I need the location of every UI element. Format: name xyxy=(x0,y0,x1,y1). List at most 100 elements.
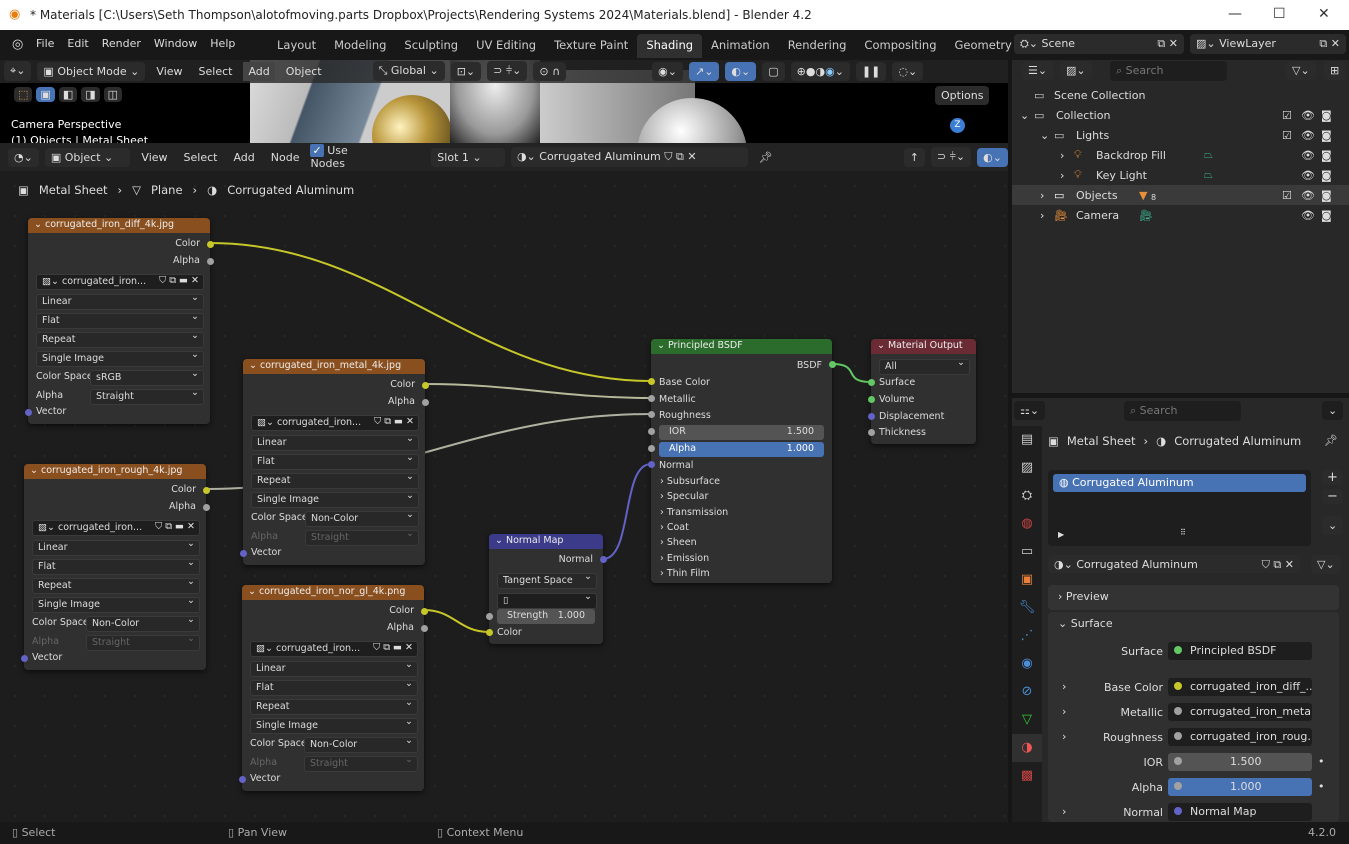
preview-panel[interactable]: › Preview xyxy=(1048,585,1339,610)
expand-chevron-icon[interactable]: › xyxy=(1062,680,1066,693)
xray-toggle-icon[interactable]: ▢ xyxy=(762,61,785,81)
proj-dropdown[interactable]: Flat xyxy=(251,452,419,470)
socket[interactable] xyxy=(648,395,655,402)
image-texture-node[interactable]: ⌄ corrugated_iron_rough_4k.jpg Color Alpha… xyxy=(21,464,210,670)
outliner-row-backdrop-fill[interactable]: › 💡︎ Backdrop Fill ⏢ 👁︎ ◙ xyxy=(1012,145,1349,165)
ext-dropdown[interactable]: Repeat xyxy=(36,330,204,348)
ext-dropdown[interactable]: Repeat xyxy=(251,471,419,489)
overlay-toggle-icon[interactable]: ◐⌄ xyxy=(725,61,757,81)
socket[interactable] xyxy=(21,655,28,662)
expand-icon[interactable]: ▶ xyxy=(1058,530,1064,539)
chevron-icon[interactable]: ⌄ xyxy=(1020,109,1029,122)
overlay-icon[interactable]: ◐⌄ xyxy=(977,147,1008,167)
expand-chevron-icon[interactable]: › xyxy=(1062,705,1066,718)
bsdf-panel-transmission[interactable]: › Transmission xyxy=(660,507,728,518)
chevron-icon[interactable]: › xyxy=(1060,169,1064,182)
target-dropdown[interactable]: All xyxy=(879,357,970,375)
material-slot-item[interactable]: ◍ Corrugated Aluminum xyxy=(1053,474,1306,492)
close-button[interactable]: ✕ xyxy=(1318,6,1330,22)
remove-slot-button[interactable]: − xyxy=(1322,489,1343,504)
material-selector[interactable]: ◑⌄ Corrugated Aluminum ⛉ ⧉ ✕ xyxy=(510,147,748,167)
menu-window[interactable]: Window xyxy=(154,37,197,50)
socket[interactable] xyxy=(648,378,655,385)
gizmo-toggle-icon[interactable]: ↗⌄ xyxy=(688,61,720,81)
new-collection-icon[interactable]: ⊞ xyxy=(1324,61,1346,80)
options-dropdown[interactable]: ⌄ xyxy=(1322,401,1344,420)
color-space-dropdown[interactable]: Non-Color xyxy=(304,735,418,753)
add-slot-button[interactable]: + xyxy=(1322,470,1343,485)
display-mode-dropdown[interactable]: ☰⌄ xyxy=(1022,61,1054,80)
blender-menu-icon[interactable]: ◎ xyxy=(12,37,23,52)
snap-toggle-icon[interactable]: ⊃ ⫩⌄ xyxy=(487,61,528,81)
select-intersect-icon[interactable]: ◫ xyxy=(103,87,123,102)
tab-shading[interactable]: Shading xyxy=(637,34,703,58)
tab-sculpting[interactable]: Sculpting xyxy=(395,34,467,58)
socket[interactable] xyxy=(422,399,429,406)
row-value-field[interactable]: 1.000 xyxy=(1168,778,1312,796)
image-name[interactable]: corrugated_iron... xyxy=(62,276,146,287)
tab-material-icon[interactable]: ◑ xyxy=(1012,734,1042,762)
image-selector[interactable]: ▨⌄ corrugated_iron... ⛉ ⧉ ▬ ✕ xyxy=(250,639,418,657)
chevron-icon[interactable]: ⌄ xyxy=(1040,129,1049,142)
node-menu-select[interactable]: Select xyxy=(179,148,223,167)
filter-dropdown[interactable]: ▽⌄ xyxy=(1286,61,1316,80)
socket[interactable] xyxy=(239,776,246,783)
socket[interactable] xyxy=(203,487,210,494)
node-header[interactable]: ⌄ corrugated_iron_nor_gl_4k.png xyxy=(242,585,424,600)
source-dropdown[interactable]: Single Image xyxy=(36,349,204,367)
interp-dropdown[interactable]: Linear xyxy=(250,659,418,677)
mode-dropdown[interactable]: ▣ Object Mode ⌄ xyxy=(37,61,146,81)
slot-dropdown[interactable]: Slot 1 ⌄ xyxy=(431,147,505,167)
node-header[interactable]: ⌄ Material Output xyxy=(871,339,976,354)
row-value-field[interactable]: corrugated_iron_roug... xyxy=(1168,728,1312,746)
node-header[interactable]: ⌄ corrugated_iron_metal_4k.jpg xyxy=(243,359,425,374)
image-name[interactable]: corrugated_iron... xyxy=(276,643,360,654)
tab-modeling[interactable]: Modeling xyxy=(325,34,395,58)
view-layer-name[interactable]: ViewLayer xyxy=(1219,37,1276,50)
material-name[interactable]: Corrugated Aluminum xyxy=(539,150,661,163)
row-value-field[interactable]: corrugated_iron_diff_... xyxy=(1168,678,1312,696)
row-value-field[interactable]: Principled BSDF xyxy=(1168,642,1312,660)
select-extend-icon[interactable]: ◧ xyxy=(58,87,78,102)
surface-panel-header[interactable]: ⌄ Surface xyxy=(1048,612,1339,635)
render-camera-icon[interactable]: ◙ xyxy=(1321,109,1332,122)
expand-chevron-icon[interactable]: › xyxy=(1062,805,1066,818)
keyframe-dot-icon[interactable]: • xyxy=(1318,755,1325,768)
eye-icon[interactable]: 👁︎ xyxy=(1301,209,1315,222)
alpha-field[interactable]: Alpha 1.000 xyxy=(659,442,824,457)
bsdf-panel-thin-film[interactable]: › Thin Film xyxy=(660,568,710,579)
eye-icon[interactable]: 👁︎ xyxy=(1301,109,1315,122)
render-camera-icon[interactable]: ◙ xyxy=(1321,209,1332,222)
material-output-node[interactable]: ⌄ Material Output All Surface Volume Dis… xyxy=(868,339,976,444)
node-header[interactable]: ⌄ Normal Map xyxy=(489,534,603,549)
material-datablock-field[interactable]: ◑⌄ Corrugated Aluminum ⛉ ⧉ ✕ xyxy=(1048,555,1300,573)
chevron-icon[interactable]: › xyxy=(1040,189,1044,202)
interp-dropdown[interactable]: Linear xyxy=(36,292,204,310)
tab-tool-icon[interactable]: ▤ xyxy=(1012,426,1042,454)
ior-field[interactable]: IOR 1.500 xyxy=(659,425,824,440)
tab-render-icon[interactable]: ▨ xyxy=(1012,454,1042,482)
render-camera-icon[interactable]: ◙ xyxy=(1321,169,1332,182)
bsdf-panel-coat[interactable]: › Coat xyxy=(660,522,689,533)
outliner-row-collection[interactable]: ⌄ ▭ Collection ☑ 👁︎ ◙ xyxy=(1012,105,1349,125)
expand-chevron-icon[interactable]: › xyxy=(1062,730,1066,743)
editor-type-icon[interactable]: ⚏⌄ xyxy=(1014,401,1046,420)
space-dropdown[interactable]: Tangent Space xyxy=(497,571,597,589)
bsdf-panel-emission[interactable]: › Emission xyxy=(660,553,709,564)
color-space-dropdown[interactable]: Non-Color xyxy=(305,509,419,527)
socket[interactable] xyxy=(868,429,875,436)
bsdf-panel-sheen[interactable]: › Sheen xyxy=(660,537,697,548)
socket[interactable] xyxy=(486,629,493,636)
tab-texture-paint[interactable]: Texture Paint xyxy=(545,34,637,58)
render-camera-icon[interactable]: ◙ xyxy=(1321,149,1332,162)
data-icon[interactable]: ⏢ xyxy=(1204,148,1213,162)
tab-physics-icon[interactable]: ◉ xyxy=(1012,650,1042,678)
exclude-checkbox[interactable]: ☑ xyxy=(1282,109,1292,122)
material-field-name[interactable]: Corrugated Aluminum xyxy=(1076,558,1198,571)
tab-modifiers-icon[interactable]: 🔧︎ xyxy=(1012,594,1042,622)
socket[interactable] xyxy=(203,504,210,511)
menu-render[interactable]: Render xyxy=(102,37,141,50)
tab-scene-icon[interactable]: ◍ xyxy=(1012,510,1042,538)
pin-icon[interactable]: 📌︎ xyxy=(754,148,778,167)
properties-search-input[interactable]: ⌕ Search xyxy=(1124,401,1241,421)
